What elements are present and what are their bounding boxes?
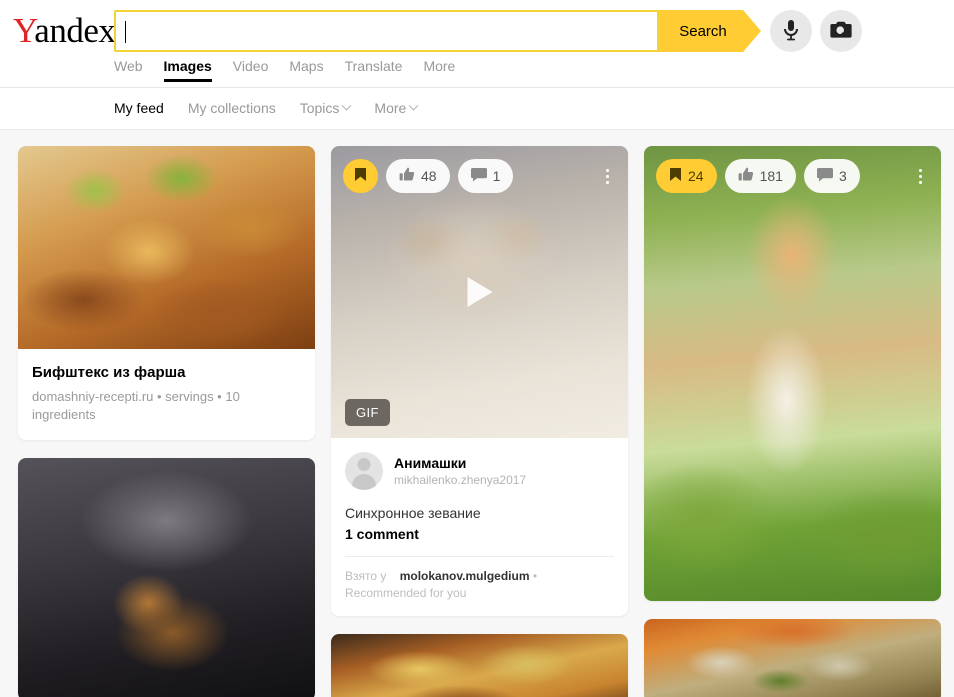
- post-source-row: Взято у molokanov.mulgedium • Recommende…: [331, 557, 628, 616]
- feed-column-3: 24 181 3: [644, 146, 941, 697]
- beefsteak-minced-meat-photo: [18, 146, 315, 349]
- subnav-item-my-collections[interactable]: My collections: [188, 100, 276, 116]
- comment-icon: [816, 167, 833, 185]
- main-nav-tabs: Web Images Video Maps Translate More: [114, 58, 455, 82]
- source-name[interactable]: molokanov.mulgedium: [400, 569, 530, 583]
- card-meta: domashniy-recepti.ru • servings • 10 ing…: [32, 389, 240, 422]
- search-input[interactable]: [124, 18, 649, 46]
- nav-tab-more[interactable]: More: [423, 58, 455, 82]
- more-options-icon[interactable]: [909, 161, 931, 191]
- source-prefix: Взято у: [345, 569, 387, 583]
- feed-card-recipe[interactable]: Бифштекс из фарша domashniy-recepti.ru •…: [18, 146, 315, 440]
- chevron-down-icon: [408, 100, 419, 111]
- bookmark-icon: [354, 167, 367, 185]
- feed-card-photo[interactable]: [644, 619, 941, 697]
- page-header: Yandex Search Web Images Video Maps Tran…: [0, 0, 954, 88]
- nav-tab-images[interactable]: Images: [163, 58, 213, 82]
- bookmark-icon: [669, 167, 682, 185]
- bloodhound-dog-photo: [18, 458, 315, 697]
- subnav-item-topics[interactable]: Topics: [299, 100, 352, 116]
- feed-column-1: Бифштекс из фарша domashniy-recepti.ru •…: [18, 146, 315, 697]
- post-author-row[interactable]: Анимашки mikhailenko.zhenya2017: [331, 438, 628, 490]
- thumbs-up-icon: [738, 167, 754, 185]
- search-button[interactable]: Search: [659, 10, 743, 52]
- feed-card-photo-badges[interactable]: 24 181 3: [644, 146, 941, 601]
- card-badge-row: 48 1: [343, 159, 618, 193]
- comment-count: 1: [492, 168, 501, 184]
- search-field[interactable]: [114, 10, 659, 52]
- bookmark-button[interactable]: 24: [656, 159, 717, 193]
- nav-tab-maps[interactable]: Maps: [289, 58, 323, 82]
- comment-button[interactable]: 3: [803, 159, 860, 193]
- play-icon[interactable]: [467, 277, 492, 307]
- camera-search-icon: [830, 20, 852, 42]
- thumbs-up-icon: [399, 167, 415, 185]
- author-handle: mikhailenko.zhenya2017: [394, 472, 527, 487]
- like-count: 181: [759, 168, 783, 184]
- card-title: Бифштекс из фарша: [32, 364, 186, 381]
- card-image-wrapper[interactable]: 48 1 GIF: [331, 146, 628, 438]
- logo-letter-y: Y: [13, 11, 35, 50]
- subnav-label-my-feed: My feed: [114, 100, 164, 116]
- card-image-wrapper[interactable]: 24 181 3: [644, 146, 941, 601]
- source-suffix: •: [532, 569, 538, 583]
- fried-bread-food-photo: [331, 634, 628, 697]
- subnav-label-my-collections: My collections: [187, 100, 276, 116]
- subnav-item-my-feed[interactable]: My feed: [114, 100, 164, 116]
- feed-card-post[interactable]: 48 1 GIF Анимашки mikhailenko.zhenya2017…: [331, 146, 628, 616]
- subnav-item-more[interactable]: More: [374, 100, 419, 116]
- subnav-label-more: More: [374, 100, 407, 116]
- author-name: Анимашки: [394, 454, 467, 471]
- bookmark-button[interactable]: [343, 159, 378, 193]
- sub-navigation: My feed My collections Topics More: [0, 88, 954, 130]
- recommendation-label: Recommended for you: [345, 586, 467, 600]
- like-button[interactable]: 181: [724, 159, 796, 193]
- search-bar: Search: [114, 10, 761, 52]
- logo-text: andex: [34, 11, 116, 50]
- card-badge-row: 24 181 3: [656, 159, 931, 193]
- card-body: Бифштекс из фарша domashniy-recepti.ru •…: [18, 349, 315, 440]
- nav-tab-video[interactable]: Video: [233, 58, 269, 82]
- collie-dog-on-grass-photo: [644, 146, 941, 601]
- subnav-label-topics: Topics: [299, 100, 340, 116]
- comment-icon: [470, 167, 487, 185]
- comment-count: 3: [838, 168, 847, 184]
- post-comment-count[interactable]: 1 comment: [331, 523, 628, 542]
- like-button[interactable]: 48: [386, 159, 450, 193]
- feed-column-2: 48 1 GIF Анимашки mikhailenko.zhenya2017…: [331, 146, 628, 697]
- chevron-down-icon: [341, 100, 352, 111]
- like-count: 48: [421, 168, 437, 184]
- microphone-icon: [782, 19, 800, 44]
- avatar: [345, 452, 383, 490]
- baked-fish-with-herbs-photo: [644, 619, 941, 697]
- nav-tab-web[interactable]: Web: [114, 58, 143, 82]
- card-image-wrapper[interactable]: [18, 146, 315, 349]
- nav-tab-translate[interactable]: Translate: [345, 58, 403, 82]
- camera-search-button[interactable]: [820, 10, 862, 52]
- feed-card-photo[interactable]: [331, 634, 628, 697]
- yandex-logo[interactable]: Yandex: [13, 11, 116, 50]
- post-title: Синхронное зевание: [345, 505, 481, 521]
- search-button-arrow: [743, 10, 761, 52]
- media-type-badge: GIF: [345, 399, 390, 426]
- bookmark-count: 24: [688, 168, 704, 184]
- comment-button[interactable]: 1: [457, 159, 514, 193]
- feed-card-photo[interactable]: [18, 458, 315, 697]
- image-feed: Бифштекс из фарша domashniy-recepti.ru •…: [0, 130, 954, 697]
- author-info: Анимашки mikhailenko.zhenya2017: [394, 455, 526, 488]
- more-options-icon[interactable]: [596, 161, 618, 191]
- microphone-button[interactable]: [770, 10, 812, 52]
